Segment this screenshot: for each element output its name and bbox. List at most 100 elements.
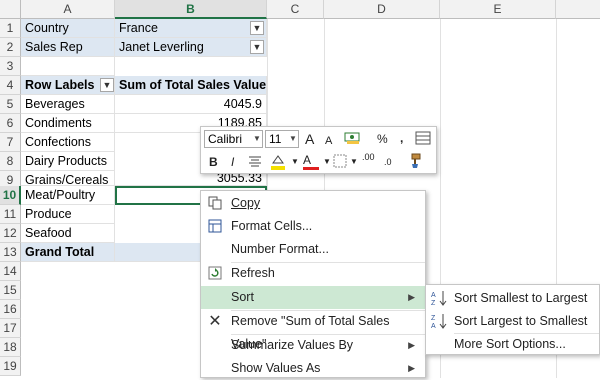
increase-decimal-icon[interactable]: .00 [362,152,380,162]
submenu-item-more-sort-options[interactable]: More Sort Options... [426,333,599,355]
mini-toolbar: Calibri ▼ 11 ▼ A A % , B I ▼ A ▼ ▼ .00 .… [200,126,437,174]
svg-text:Z: Z [431,300,436,307]
sort-descending-icon: ZA [430,312,448,330]
chevron-right-icon: ▶ [408,340,415,350]
row-header[interactable]: 7 [0,133,21,152]
format-painter-icon[interactable] [406,153,424,171]
fill-color-icon[interactable] [269,153,289,171]
menu-item-copy[interactable]: Copy [201,192,425,215]
chevron-down-icon[interactable]: ▼ [350,154,358,170]
svg-text:A: A [431,292,436,299]
row-header[interactable]: 8 [0,152,21,171]
percent-style-icon[interactable]: % [377,131,388,147]
row-header[interactable]: 2 [0,38,21,57]
menu-item-summarize-values[interactable]: Summarize Values By ▶ [201,334,425,357]
column-header-f[interactable] [556,0,600,19]
empty-cell[interactable] [21,57,115,76]
bold-icon[interactable]: B [209,154,218,170]
accounting-format-icon[interactable] [343,130,363,146]
select-all-corner[interactable] [0,0,21,19]
submenu-item-sort-ascending[interactable]: AZ Sort Smallest to Largest [426,287,599,309]
pivot-grand-total-label[interactable]: Grand Total [21,243,115,262]
chevron-down-icon[interactable]: ▼ [323,154,331,170]
shrink-font-icon[interactable]: A [325,133,332,149]
submenu-item-label: Sort Smallest to Largest [454,291,588,305]
chevron-down-icon: ▼ [289,134,297,143]
format-cells-icon [207,219,223,234]
pivot-row-label[interactable]: Dairy Products [21,152,115,171]
comma-style-icon[interactable]: , [400,130,403,146]
row-header[interactable]: 11 [0,205,21,224]
menu-item-label: Show Values As [231,361,321,375]
column-header-d[interactable]: D [324,0,440,19]
filter-value-country[interactable]: France [115,19,267,38]
borders-icon[interactable] [333,154,347,168]
row-header[interactable]: 19 [0,357,21,376]
row-header[interactable]: 12 [0,224,21,243]
filter-value-sales-rep[interactable]: Janet Leverling [115,38,267,57]
chevron-right-icon: ▶ [408,363,415,373]
font-size-value: 11 [269,132,282,146]
menu-item-format-cells[interactable]: Format Cells... [201,215,425,238]
decrease-decimal-icon[interactable]: .0 [384,157,402,167]
row-header[interactable]: 1 [0,19,21,38]
pivot-row-label[interactable]: Beverages [21,95,115,114]
row-header[interactable]: 6 [0,114,21,133]
column-header-b[interactable]: B [115,0,267,19]
copy-icon [207,196,223,211]
context-menu: Copy Format Cells... Number Format... Re… [200,190,426,378]
svg-text:A: A [431,323,436,330]
pivot-row-value[interactable]: 4045.9 [115,95,267,114]
format-painter-table-icon[interactable] [415,130,433,146]
menu-item-label: Number Format... [231,242,329,256]
submenu-item-label: More Sort Options... [454,337,566,351]
refresh-icon [207,266,223,281]
sort-submenu: AZ Sort Smallest to Largest ZA Sort Larg… [425,284,600,355]
row-header[interactable]: 3 [0,57,21,76]
pivot-row-label[interactable]: Seafood [21,224,115,243]
font-name-box[interactable]: Calibri ▼ [204,130,263,148]
menu-item-number-format[interactable]: Number Format... [201,238,425,261]
chevron-down-icon[interactable]: ▼ [291,154,299,170]
pivot-row-label[interactable]: Condiments [21,114,115,133]
column-header-a[interactable]: A [21,0,115,19]
submenu-item-sort-descending[interactable]: ZA Sort Largest to Smallest [426,310,599,332]
row-header[interactable]: 18 [0,338,21,357]
chevron-right-icon: ▶ [408,292,415,302]
decrease-decimal-label: .0 [384,157,392,167]
column-header-e[interactable]: E [440,0,556,19]
filter-dropdown-icon[interactable]: ▼ [250,21,264,35]
column-header-c[interactable]: C [267,0,324,19]
submenu-item-label: Sort Largest to Smallest [454,314,588,328]
pivot-row-label[interactable]: Meat/Poultry [21,186,115,205]
row-header[interactable]: 16 [0,300,21,319]
row-header[interactable]: 5 [0,95,21,114]
row-header[interactable]: 14 [0,262,21,281]
row-labels-dropdown-icon[interactable]: ▼ [100,78,114,92]
pivot-value-header[interactable]: Sum of Total Sales Value [115,76,267,95]
align-center-icon[interactable] [248,154,264,170]
row-header[interactable]: 15 [0,281,21,300]
row-header-selected[interactable]: 10 [0,186,21,205]
font-color-icon[interactable]: A [303,153,319,170]
menu-item-remove-field[interactable]: ✕ Remove "Sum of Total Sales Value" [201,310,425,352]
row-header[interactable]: 13 [0,243,21,262]
menu-item-sort[interactable]: Sort ▶ [201,286,425,309]
italic-icon[interactable]: I [231,154,234,170]
row-header[interactable]: 17 [0,319,21,338]
menu-item-show-values-as[interactable]: Show Values As ▶ [201,357,425,380]
grow-font-icon[interactable]: A [305,131,314,147]
increase-decimal-label: .00 [362,152,375,162]
pivot-row-label[interactable]: Grains/Cereals [21,171,115,186]
menu-item-refresh[interactable]: Refresh [201,262,425,285]
menu-item-label: Format Cells... [231,219,313,233]
svg-text:Z: Z [431,315,436,322]
pivot-row-label[interactable]: Confections [21,133,115,152]
font-size-box[interactable]: 11 ▼ [265,130,299,148]
chevron-down-icon: ▼ [253,134,261,143]
row-header[interactable]: 4 [0,76,21,95]
pivot-row-label[interactable]: Produce [21,205,115,224]
filter-dropdown-icon[interactable]: ▼ [250,40,264,54]
filter-label-country[interactable]: Country [21,19,115,38]
filter-label-sales-rep[interactable]: Sales Rep [21,38,115,57]
